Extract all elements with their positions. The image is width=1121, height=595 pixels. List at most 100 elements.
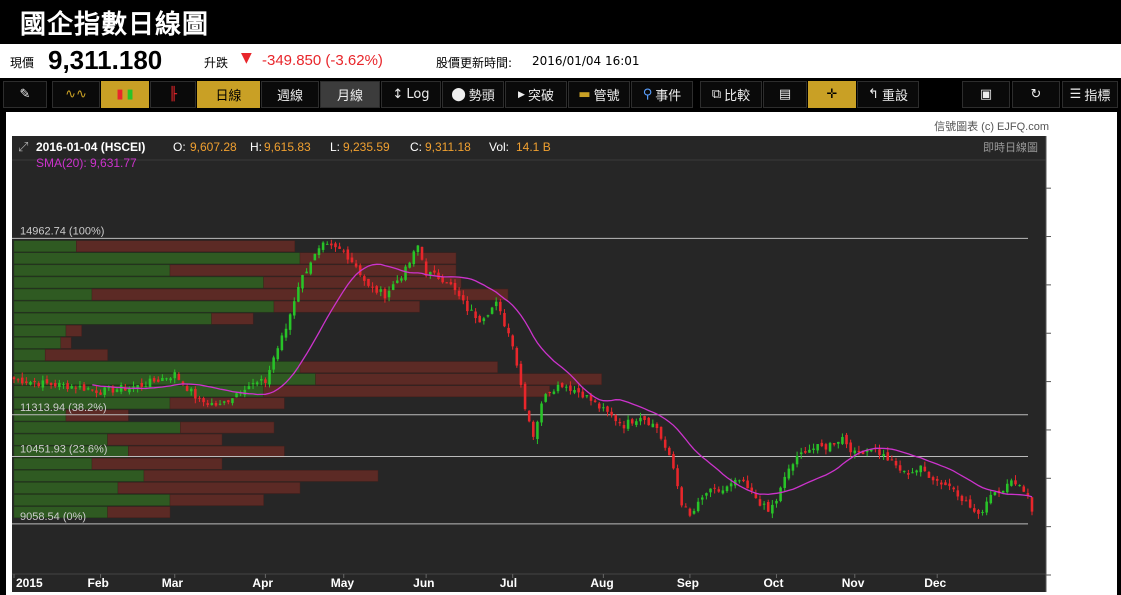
- fib-level-label: 9058.54 (0%): [20, 511, 86, 523]
- candle-down: [750, 487, 754, 491]
- volume-profile-down: [169, 264, 457, 277]
- candle-up: [556, 384, 560, 392]
- candle-up: [536, 421, 539, 440]
- candle-up: [787, 468, 791, 479]
- candle-up: [165, 378, 168, 380]
- candle-up: [911, 472, 914, 474]
- candle-down: [441, 277, 444, 283]
- candle-down: [804, 451, 807, 453]
- candle-up: [218, 403, 222, 405]
- x-tick-label: Sep: [677, 576, 699, 590]
- candle-down: [330, 243, 333, 246]
- info-low: 9,235.59: [343, 140, 390, 154]
- candle-up: [321, 242, 325, 250]
- candle-down: [53, 383, 57, 387]
- volume-profile-down: [65, 325, 82, 337]
- x-tick-label: Jul: [500, 576, 517, 590]
- candle-down: [956, 490, 960, 497]
- candle-up: [58, 382, 61, 388]
- candle-down: [940, 482, 943, 485]
- candle-down: [45, 379, 49, 384]
- candle-down: [194, 388, 197, 399]
- candle-down: [614, 415, 618, 422]
- volume-profile-down: [60, 337, 72, 349]
- x-tick-label: Aug: [590, 576, 613, 590]
- volume-profile-up: [13, 288, 93, 301]
- candle-down: [630, 419, 634, 424]
- candle-down: [511, 335, 514, 347]
- candle-down: [907, 473, 910, 475]
- x-tick-label: Nov: [842, 576, 865, 590]
- candle-up: [119, 385, 123, 392]
- candle-down: [593, 400, 597, 402]
- fib-level-label: 11313.94 (38.2%): [20, 402, 107, 414]
- candle-down: [688, 508, 692, 516]
- candle-down: [519, 363, 523, 385]
- candle-down: [968, 499, 972, 508]
- candle-down: [156, 379, 160, 382]
- x-tick-label: Dec: [924, 576, 946, 590]
- volume-profile-down: [128, 445, 285, 458]
- volume-profile-down: [143, 470, 379, 482]
- candle-down: [503, 312, 506, 327]
- candle-down: [548, 392, 552, 394]
- candle-up: [779, 487, 782, 502]
- candle-up: [400, 278, 403, 281]
- candle-down: [420, 246, 424, 260]
- candle-down: [95, 390, 98, 393]
- candle-up: [305, 271, 308, 274]
- candle-down: [898, 465, 902, 471]
- sma-label: SMA(20): 9,631.77: [36, 156, 137, 170]
- candle-up: [280, 335, 284, 350]
- candle-down: [676, 468, 679, 487]
- info-close-label: C:: [410, 140, 422, 154]
- volume-profile-up: [13, 300, 275, 313]
- candle-up: [775, 500, 778, 504]
- volume-profile-down: [44, 349, 108, 361]
- candle-down: [680, 487, 683, 506]
- volume-profile-down: [107, 506, 171, 518]
- candle-up: [379, 289, 383, 292]
- candle-up: [494, 301, 498, 307]
- volume-profile-down: [169, 494, 264, 506]
- candle-up: [70, 386, 73, 389]
- x-tick-label: Jun: [413, 576, 434, 590]
- y-tick-label: 15,000: [1062, 230, 1099, 244]
- x-tick-label: 2015: [16, 576, 43, 590]
- candle-down: [74, 387, 78, 389]
- candle-up: [391, 284, 395, 290]
- volume-profile-down: [180, 421, 275, 434]
- candle-down: [214, 403, 218, 406]
- candle-down: [449, 282, 453, 285]
- candle-up: [639, 417, 642, 422]
- candle-down: [527, 410, 531, 422]
- candle-up: [189, 388, 193, 392]
- candle-up: [692, 510, 696, 514]
- candle-up: [231, 398, 234, 404]
- candle-down: [606, 406, 609, 412]
- candle-up: [985, 501, 988, 513]
- candle-up: [144, 386, 148, 388]
- candle-up: [115, 389, 119, 392]
- candle-down: [198, 397, 201, 399]
- volume-profile-down: [76, 240, 296, 252]
- candle-down: [618, 422, 622, 424]
- volume-profile-up: [13, 494, 171, 506]
- candle-up: [297, 286, 300, 302]
- candle-down: [461, 295, 465, 301]
- candlestick-chart[interactable]: ⤢ 2016-01-04 (HSCEI) O: 9,607.28 H: 9,615.83 L…: [0, 0, 1121, 595]
- candle-down: [977, 509, 980, 514]
- candle-down: [952, 487, 955, 490]
- candle-down: [890, 459, 894, 461]
- candle-down: [453, 282, 457, 291]
- candle-down: [948, 483, 951, 487]
- candle-down: [643, 415, 646, 420]
- candle-down: [713, 487, 716, 489]
- candle-up: [132, 386, 135, 388]
- candle-down: [445, 282, 449, 284]
- candle-up: [1001, 490, 1005, 493]
- candle-up: [309, 262, 313, 274]
- candle-down: [457, 290, 461, 297]
- candle-down: [973, 508, 976, 512]
- candle-down: [766, 501, 770, 512]
